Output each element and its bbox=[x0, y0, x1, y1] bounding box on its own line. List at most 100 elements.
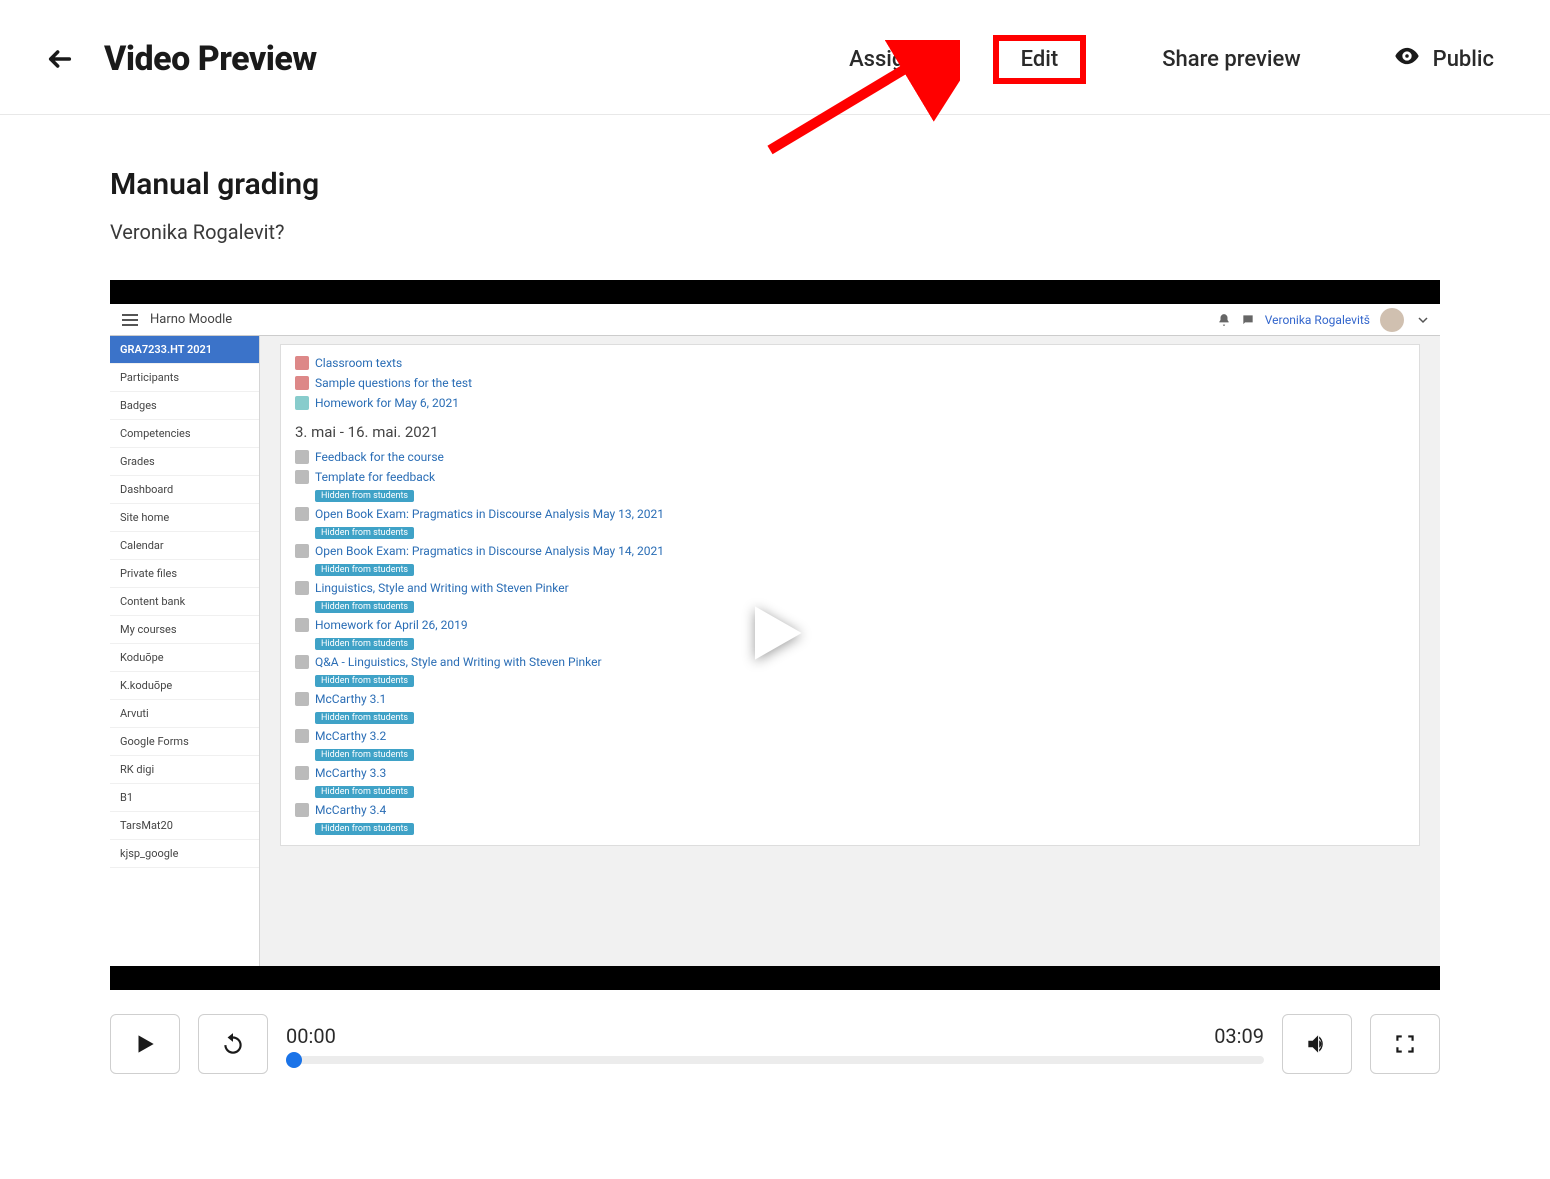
sidebar-item: TarsMat20 bbox=[110, 812, 259, 840]
sidebar-item: GRA7233.HT 2021 bbox=[110, 336, 259, 364]
sidebar-item: My courses bbox=[110, 616, 259, 644]
sidebar-item: RK digi bbox=[110, 756, 259, 784]
content-link: McCarthy 3.3 bbox=[295, 763, 1405, 783]
sidebar-item: B1 bbox=[110, 784, 259, 812]
moodle-topbar: Harno Moodle Veronika Rogalevitš bbox=[110, 304, 1440, 336]
moodle-user-area: Veronika Rogalevitš bbox=[1217, 308, 1428, 332]
content-link: Homework for May 6, 2021 bbox=[295, 393, 1405, 413]
eye-icon bbox=[1393, 42, 1421, 76]
hidden-badge: Hidden from students bbox=[315, 749, 414, 761]
sidebar-item: Private files bbox=[110, 560, 259, 588]
avatar bbox=[1380, 308, 1404, 332]
section-heading: 3. mai - 16. mai. 2021 bbox=[295, 423, 1405, 441]
file-icon bbox=[295, 396, 309, 410]
back-button[interactable] bbox=[40, 39, 80, 79]
activity-icon bbox=[295, 729, 309, 743]
video-controls: 00:00 03:09 bbox=[110, 1014, 1440, 1074]
seek-thumb[interactable] bbox=[286, 1052, 302, 1068]
hamburger-icon bbox=[122, 314, 138, 326]
hidden-badge: Hidden from students bbox=[315, 490, 414, 502]
page-title: Video Preview bbox=[104, 39, 317, 79]
moodle-sidebar: GRA7233.HT 2021ParticipantsBadgesCompete… bbox=[110, 336, 260, 966]
arrow-left-icon bbox=[46, 45, 74, 73]
file-icon bbox=[295, 376, 309, 390]
activity-icon bbox=[295, 803, 309, 817]
video-author: Veronika Rogalevit? bbox=[110, 220, 1440, 244]
moodle-brand: Harno Moodle bbox=[150, 312, 232, 327]
activity-icon bbox=[295, 470, 309, 484]
video-frame: Harno Moodle Veronika Rogalevitš GRA7233… bbox=[110, 280, 1440, 990]
activity-icon bbox=[295, 692, 309, 706]
edit-button[interactable]: Edit bbox=[993, 35, 1087, 84]
moodle-content: Classroom textsSample questions for the … bbox=[260, 336, 1440, 966]
top-actions: Assign Edit Share preview Public bbox=[833, 32, 1510, 86]
hidden-badge: Hidden from students bbox=[315, 786, 414, 798]
main-content: Manual grading Veronika Rogalevit? Harno… bbox=[0, 115, 1550, 1134]
volume-button[interactable] bbox=[1282, 1014, 1352, 1074]
sidebar-item: Badges bbox=[110, 392, 259, 420]
play-overlay-button[interactable] bbox=[735, 593, 815, 677]
rewind-button[interactable] bbox=[198, 1014, 268, 1074]
rewind-icon bbox=[220, 1031, 246, 1057]
content-link: Open Book Exam: Pragmatics in Discourse … bbox=[295, 541, 1405, 561]
sidebar-item: Arvuti bbox=[110, 700, 259, 728]
activity-icon bbox=[295, 450, 309, 464]
content-link: McCarthy 3.1 bbox=[295, 689, 1405, 709]
moodle-card: Classroom textsSample questions for the … bbox=[280, 344, 1420, 846]
sidebar-item: Calendar bbox=[110, 532, 259, 560]
bell-icon bbox=[1217, 313, 1231, 327]
assign-button[interactable]: Assign bbox=[833, 37, 933, 82]
fullscreen-button[interactable] bbox=[1370, 1014, 1440, 1074]
sidebar-item: K.koduõpe bbox=[110, 672, 259, 700]
activity-icon bbox=[295, 766, 309, 780]
hidden-badge: Hidden from students bbox=[315, 712, 414, 724]
sidebar-item: Site home bbox=[110, 504, 259, 532]
content-link: McCarthy 3.4 bbox=[295, 800, 1405, 820]
activity-icon bbox=[295, 581, 309, 595]
activity-icon bbox=[295, 507, 309, 521]
fullscreen-icon bbox=[1392, 1031, 1418, 1057]
duration: 03:09 bbox=[1214, 1024, 1264, 1048]
content-link: Classroom texts bbox=[295, 353, 1405, 373]
chat-icon bbox=[1241, 313, 1255, 327]
activity-icon bbox=[295, 655, 309, 669]
content-link: Open Book Exam: Pragmatics in Discourse … bbox=[295, 504, 1405, 524]
sidebar-item: Google Forms bbox=[110, 728, 259, 756]
content-link: Sample questions for the test bbox=[295, 373, 1405, 393]
sidebar-item: Dashboard bbox=[110, 476, 259, 504]
content-link: McCarthy 3.2 bbox=[295, 726, 1405, 746]
chevron-down-icon bbox=[1418, 315, 1428, 325]
content-link: Linguistics, Style and Writing with Stev… bbox=[295, 578, 1405, 598]
volume-icon bbox=[1304, 1031, 1330, 1057]
seek-bar[interactable] bbox=[286, 1056, 1264, 1064]
hidden-badge: Hidden from students bbox=[315, 675, 414, 687]
play-icon bbox=[735, 593, 815, 673]
sidebar-item: Grades bbox=[110, 448, 259, 476]
share-preview-button[interactable]: Share preview bbox=[1146, 37, 1316, 82]
visibility-label: Public bbox=[1433, 47, 1494, 72]
hidden-badge: Hidden from students bbox=[315, 527, 414, 539]
sidebar-item: Koduõpe bbox=[110, 644, 259, 672]
sidebar-item: kjsp_google bbox=[110, 840, 259, 868]
content-link: Feedback for the course bbox=[295, 447, 1405, 467]
hidden-badge: Hidden from students bbox=[315, 823, 414, 835]
hidden-badge: Hidden from students bbox=[315, 564, 414, 576]
visibility-toggle[interactable]: Public bbox=[1377, 32, 1510, 86]
content-link: Template for feedback bbox=[295, 467, 1405, 487]
moodle-username: Veronika Rogalevitš bbox=[1265, 313, 1370, 327]
sidebar-item: Competencies bbox=[110, 420, 259, 448]
sidebar-item: Content bank bbox=[110, 588, 259, 616]
play-icon bbox=[132, 1031, 158, 1057]
hidden-badge: Hidden from students bbox=[315, 601, 414, 613]
activity-icon bbox=[295, 544, 309, 558]
video-title: Manual grading bbox=[110, 167, 1440, 202]
time-track: 00:00 03:09 bbox=[286, 1024, 1264, 1064]
content-link: Q&A - Linguistics, Style and Writing wit… bbox=[295, 652, 1405, 672]
content-link: Homework for April 26, 2019 bbox=[295, 615, 1405, 635]
current-time: 00:00 bbox=[286, 1024, 336, 1048]
topbar: Video Preview Assign Edit Share preview … bbox=[0, 0, 1550, 115]
file-icon bbox=[295, 356, 309, 370]
hidden-badge: Hidden from students bbox=[315, 638, 414, 650]
play-button[interactable] bbox=[110, 1014, 180, 1074]
sidebar-item: Participants bbox=[110, 364, 259, 392]
